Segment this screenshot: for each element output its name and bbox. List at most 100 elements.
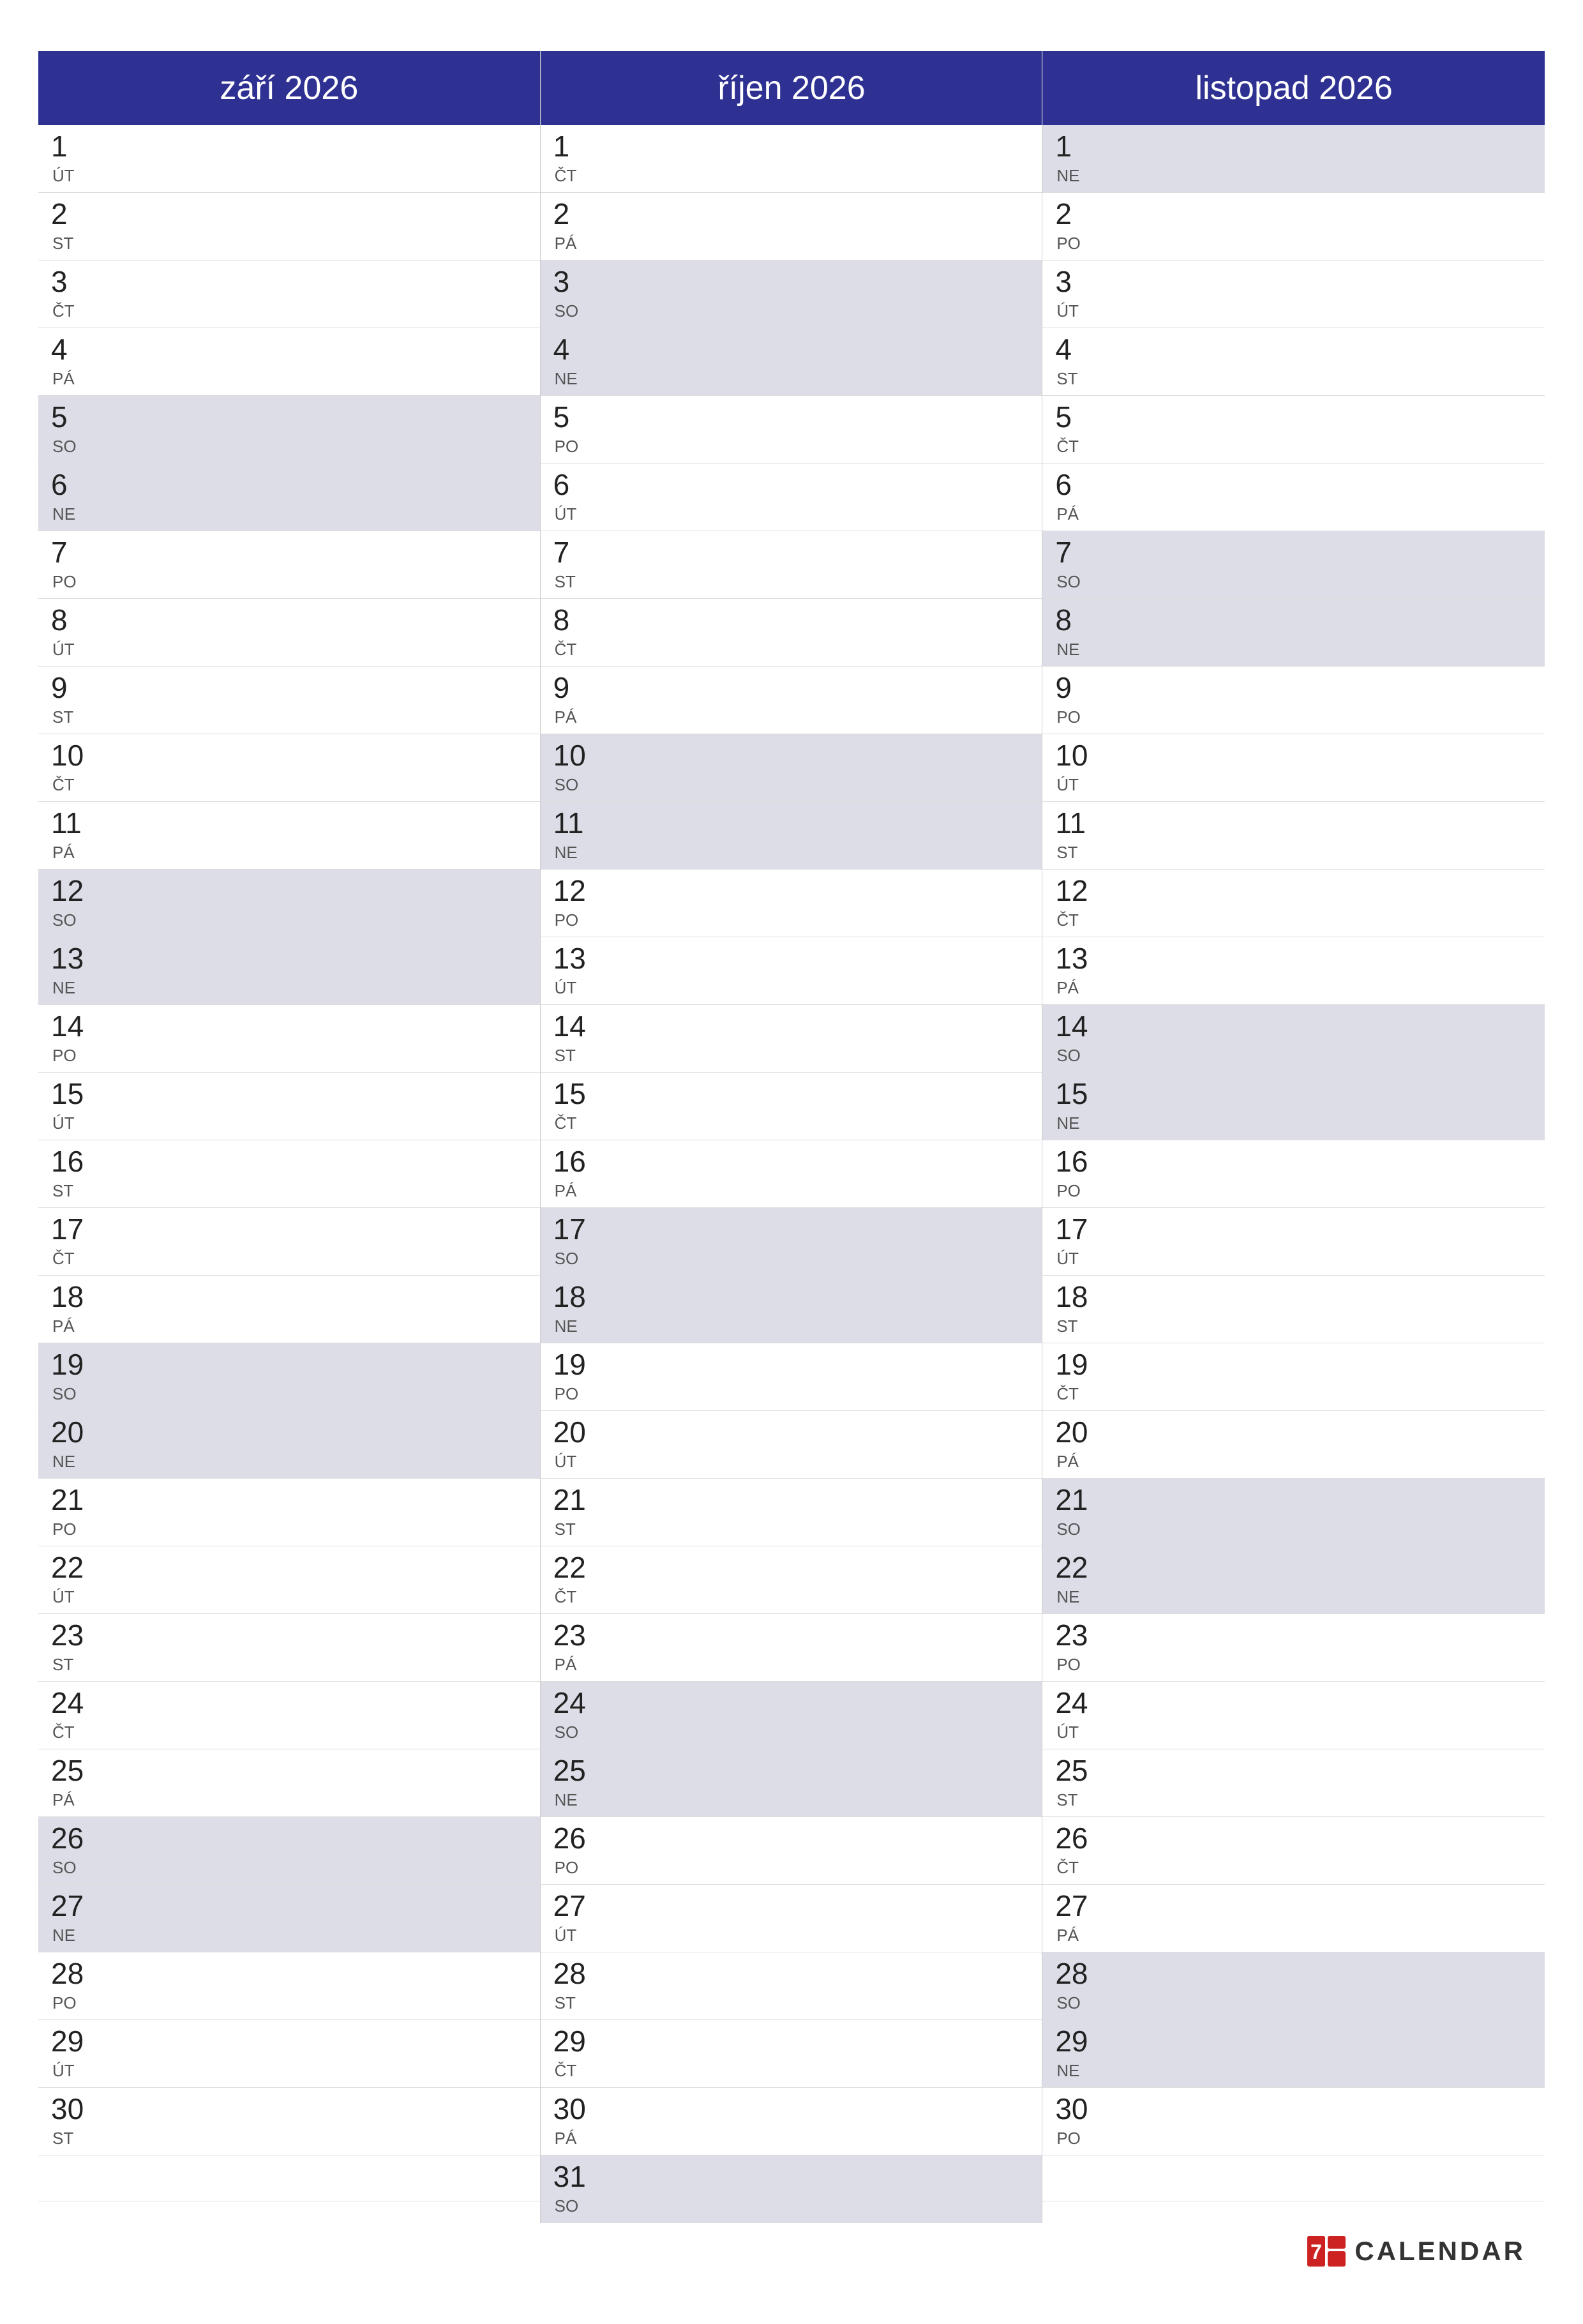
day-row-zari-30: 30 ST: [38, 2088, 540, 2155]
day-info: 17 SO: [553, 1214, 598, 1269]
day-row-listopad-19: 19 ČT: [1042, 1343, 1545, 1411]
day-name: PÁ: [52, 841, 96, 863]
day-number: 27: [51, 1891, 96, 1920]
day-number: 16: [51, 1147, 96, 1176]
day-name: SO: [1056, 1518, 1100, 1539]
day-name: PÁ: [555, 1654, 598, 1675]
day-name: SO: [52, 1857, 96, 1878]
day-row-rijen-21: 21 ST: [541, 1479, 1042, 1546]
day-number: 5: [1055, 402, 1100, 432]
day-name: PO: [1056, 1180, 1100, 1201]
day-number: 21: [1055, 1485, 1100, 1514]
day-number: 27: [553, 1891, 598, 1920]
day-row-zari-7: 7 PO: [38, 531, 540, 599]
day-number: 5: [553, 402, 598, 432]
day-row-rijen-24: 24 SO: [541, 1682, 1042, 1749]
day-name: NE: [52, 1451, 96, 1472]
day-name: PÁ: [52, 368, 96, 389]
day-number: 22: [1055, 1553, 1100, 1582]
day-number: 21: [553, 1485, 598, 1514]
day-info: 2 PO: [1055, 199, 1100, 253]
day-number: 23: [51, 1620, 96, 1650]
day-row-rijen-25: 25 NE: [541, 1749, 1042, 1817]
day-name: ÚT: [555, 1451, 598, 1472]
day-number: 7: [1055, 538, 1100, 567]
day-number: 17: [1055, 1214, 1100, 1244]
day-name: ÚT: [555, 1924, 598, 1945]
day-name: NE: [555, 1315, 598, 1336]
day-info: 11 ST: [1055, 808, 1100, 863]
day-info: 1 NE: [1055, 132, 1100, 186]
day-row-zari-13: 13 NE: [38, 937, 540, 1005]
day-name: ST: [52, 232, 96, 253]
day-info: 13 ÚT: [553, 944, 598, 998]
day-name: ÚT: [52, 1586, 96, 1607]
day-row-zari-18: 18 PÁ: [38, 1276, 540, 1343]
svg-text:7: 7: [1310, 2240, 1322, 2263]
day-number: 19: [51, 1350, 96, 1379]
day-row-listopad-26: 26 ČT: [1042, 1817, 1545, 1885]
day-name: ST: [52, 2127, 96, 2148]
day-row-zari-25: 25 PÁ: [38, 1749, 540, 1817]
day-info: 31 SO: [553, 2162, 598, 2216]
day-info: 6 ÚT: [553, 470, 598, 524]
day-name: ČT: [1056, 909, 1100, 930]
day-info: 21 ST: [553, 1485, 598, 1539]
logo-row: 7 CALENDAR: [38, 2223, 1545, 2273]
day-name: ČT: [52, 300, 96, 321]
day-number: 10: [1055, 741, 1100, 770]
day-number: 24: [1055, 1688, 1100, 1717]
day-row-zari-27: 27 NE: [38, 1885, 540, 1952]
day-number: 14: [553, 1011, 598, 1041]
day-info: 12 ČT: [1055, 876, 1100, 930]
day-name: NE: [1056, 1112, 1100, 1133]
col-days-rijen: 1 ČT 2 PÁ 3 SO 4 NE: [541, 125, 1043, 2223]
day-info: 15 NE: [1055, 1079, 1100, 1133]
day-row-listopad-28: 28 SO: [1042, 1952, 1545, 2020]
day-number: 1: [1055, 132, 1100, 161]
day-number: 14: [51, 1011, 96, 1041]
day-info: 6 NE: [51, 470, 96, 524]
day-info: 28 ST: [553, 1959, 598, 2013]
day-row-rijen-29: 29 ČT: [541, 2020, 1042, 2088]
logo-text: CALENDAR: [1354, 2236, 1526, 2267]
day-name: ÚT: [1056, 300, 1100, 321]
day-info: 7 PO: [51, 538, 96, 592]
day-row-zari-20: 20 NE: [38, 1411, 540, 1479]
day-number: 24: [553, 1688, 598, 1717]
day-row-zari-5: 5 SO: [38, 396, 540, 464]
day-number: 15: [1055, 1079, 1100, 1108]
day-row-listopad-3: 3 ÚT: [1042, 260, 1545, 328]
day-info: 23 PÁ: [553, 1620, 598, 1675]
day-number: 20: [51, 1417, 96, 1447]
day-row-zari-4: 4 PÁ: [38, 328, 540, 396]
day-row-rijen-11: 11 NE: [541, 802, 1042, 870]
day-row-listopad-18: 18 ST: [1042, 1276, 1545, 1343]
day-row-listopad-12: 12 ČT: [1042, 870, 1545, 937]
day-row-rijen-22: 22 ČT: [541, 1546, 1042, 1614]
day-info: 21 PO: [51, 1485, 96, 1539]
day-row-listopad-5: 5 ČT: [1042, 396, 1545, 464]
day-info: 13 NE: [51, 944, 96, 998]
day-info: 4 PÁ: [51, 335, 96, 389]
day-number: 9: [51, 673, 96, 702]
day-number: 29: [51, 2026, 96, 2056]
day-info: 30 PO: [1055, 2094, 1100, 2148]
day-row-rijen-23: 23 PÁ: [541, 1614, 1042, 1682]
day-name: SO: [555, 1721, 598, 1742]
day-info: 20 ÚT: [553, 1417, 598, 1472]
day-info: 17 ČT: [51, 1214, 96, 1269]
day-name: NE: [555, 368, 598, 389]
day-info: 17 ÚT: [1055, 1214, 1100, 1269]
day-row-rijen-18: 18 NE: [541, 1276, 1042, 1343]
day-row-rijen-16: 16 PÁ: [541, 1140, 1042, 1208]
day-number: 9: [1055, 673, 1100, 702]
day-row-listopad-7: 7 SO: [1042, 531, 1545, 599]
day-row-listopad-24: 24 ÚT: [1042, 1682, 1545, 1749]
day-row-listopad-8: 8 NE: [1042, 599, 1545, 667]
day-row-zari-8: 8 ÚT: [38, 599, 540, 667]
day-name: ST: [555, 1992, 598, 2013]
day-number: 30: [1055, 2094, 1100, 2124]
day-row-listopad-27: 27 PÁ: [1042, 1885, 1545, 1952]
day-name: ÚT: [1056, 1721, 1100, 1742]
